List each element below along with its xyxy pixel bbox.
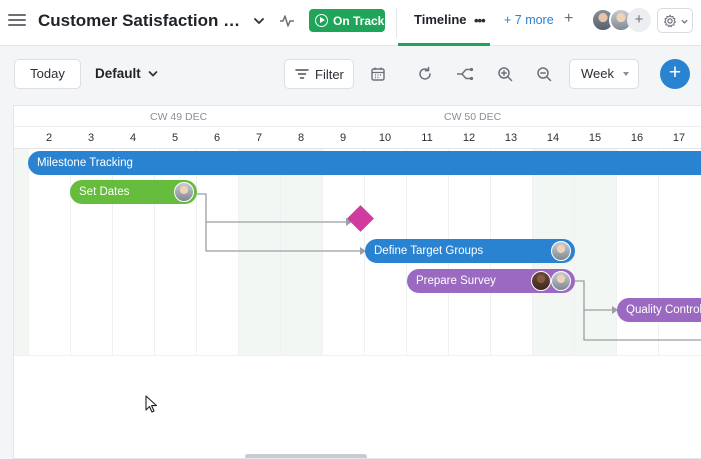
header-divider [396, 8, 397, 38]
gantt-chart: CW 49 DEC CW 50 DEC 2 3 4 5 6 7 8 9 10 1… [13, 105, 701, 459]
view-label: Default [95, 66, 141, 81]
week-label: CW 49 DEC [150, 111, 208, 123]
task-label: Quality Control [626, 304, 701, 316]
timeline-toolbar: Today Default Filter Week + [0, 47, 701, 104]
day-column [616, 149, 658, 356]
day-label: 13 [504, 132, 518, 144]
day-label: 7 [255, 132, 263, 144]
status-badge[interactable]: On Track [309, 9, 385, 32]
chevron-down-icon [681, 19, 688, 24]
day-label: 11 [421, 132, 433, 144]
status-label: On Track [333, 13, 385, 28]
day-label: 15 [588, 132, 602, 144]
tab-timeline[interactable]: Timeline [414, 12, 467, 27]
day-label: 8 [297, 132, 305, 144]
gear-icon [663, 14, 677, 28]
active-tab-indicator [398, 43, 490, 46]
more-tabs-link[interactable]: + 7 more [504, 13, 554, 27]
play-circle-icon [315, 14, 328, 27]
task-label: Milestone Tracking [37, 157, 133, 169]
caret-down-icon [623, 72, 629, 76]
filter-button[interactable]: Filter [284, 59, 354, 89]
task-bar-set-dates[interactable]: Set Dates [70, 180, 197, 204]
weekend-column [280, 149, 322, 356]
day-column [28, 149, 70, 356]
view-selector[interactable]: Default [95, 66, 159, 81]
horizontal-scrollbar[interactable] [245, 454, 367, 458]
add-tab-button[interactable]: + [564, 10, 573, 28]
mouse-cursor-icon [145, 395, 158, 413]
task-label: Set Dates [79, 186, 130, 198]
avatar [531, 271, 551, 291]
weekend-column [574, 149, 616, 356]
day-label: 12 [462, 132, 476, 144]
task-label: Define Target Groups [374, 245, 484, 257]
grid-divider [14, 355, 701, 356]
chevron-down-icon[interactable] [252, 14, 266, 28]
chevron-down-icon [148, 70, 158, 77]
day-label: 6 [213, 132, 221, 144]
add-member-button[interactable]: + [627, 8, 651, 32]
day-label: 16 [630, 132, 644, 144]
task-bar-quality-control[interactable]: Quality Control [617, 298, 701, 322]
project-header: Customer Satisfaction Survey On Track Ti… [0, 0, 701, 46]
week-header: CW 49 DEC CW 50 DEC [14, 106, 701, 127]
day-column [658, 149, 700, 356]
day-column [322, 149, 364, 356]
avatar [551, 271, 571, 291]
day-column [196, 149, 238, 356]
activity-icon[interactable] [279, 13, 295, 29]
task-bar-milestone-tracking[interactable]: Milestone Tracking [28, 151, 701, 175]
menu-icon[interactable] [8, 11, 26, 29]
dependencies-icon[interactable] [456, 66, 474, 82]
refresh-icon[interactable] [417, 66, 433, 82]
day-header: 2 3 4 5 6 7 8 9 10 11 12 13 14 15 16 17 [14, 127, 701, 149]
avatar [174, 182, 194, 202]
settings-button[interactable] [657, 8, 693, 33]
day-label: 4 [129, 132, 137, 144]
day-label: 9 [339, 132, 347, 144]
weekend-column [238, 149, 280, 356]
day-label: 3 [87, 132, 95, 144]
app-window: Customer Satisfaction Survey On Track Ti… [0, 0, 701, 459]
day-label: 14 [546, 132, 560, 144]
time-scale-label: Week [581, 66, 614, 81]
zoom-in-icon[interactable] [497, 66, 513, 82]
day-label: 2 [45, 132, 53, 144]
zoom-out-icon[interactable] [536, 66, 552, 82]
week-label: CW 50 DEC [444, 111, 502, 123]
calendar-icon[interactable] [370, 66, 386, 82]
day-label: 10 [378, 132, 392, 144]
filter-icon [295, 69, 309, 79]
tab-options-icon[interactable]: ••• [474, 13, 486, 28]
day-label: 5 [171, 132, 179, 144]
time-scale-select[interactable]: Week [569, 59, 639, 89]
task-bar-define-target-groups[interactable]: Define Target Groups [365, 239, 575, 263]
add-task-button[interactable]: + [660, 59, 690, 89]
day-label: 17 [672, 132, 686, 144]
task-bar-prepare-survey[interactable]: Prepare Survey [407, 269, 575, 293]
filter-label: Filter [315, 66, 344, 82]
avatar [551, 241, 571, 261]
today-button[interactable]: Today [14, 59, 81, 89]
task-label: Prepare Survey [416, 275, 496, 287]
project-title[interactable]: Customer Satisfaction Survey [38, 11, 250, 31]
